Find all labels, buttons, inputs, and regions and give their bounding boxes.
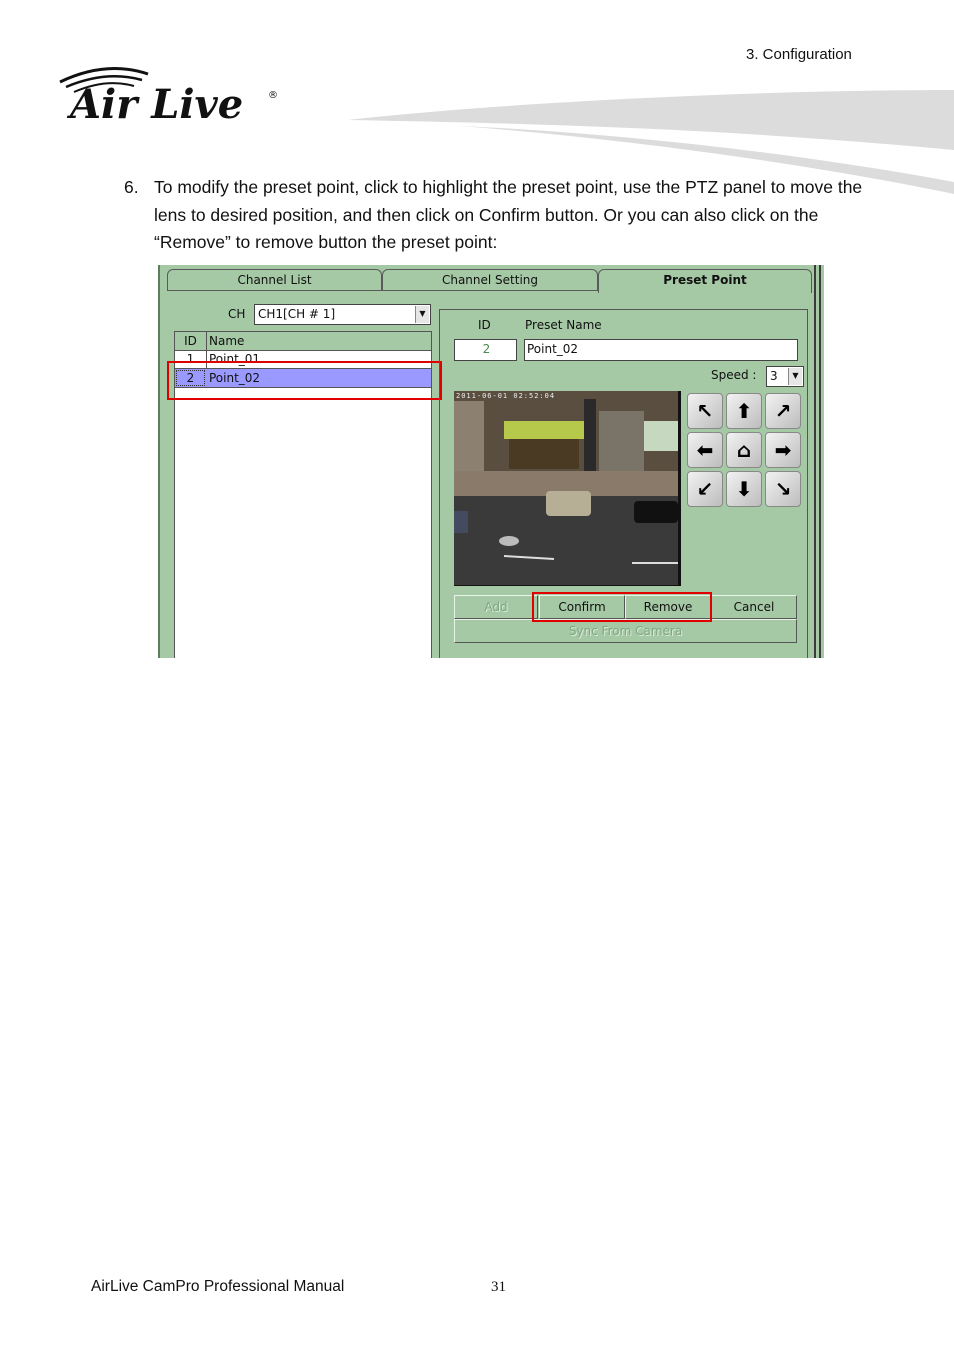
channel-select-value: CH1[CH # 1] [258,307,336,321]
street-scene-image [454,391,678,585]
channel-select[interactable]: CH1[CH # 1] ▼ [254,304,431,325]
arrow-right-icon: ➡ [774,438,792,462]
airlive-logo: Air Live ® [59,67,278,128]
pan-down-right-button[interactable]: ↘ [765,471,801,507]
id-label: ID [478,318,491,332]
arrow-down-right-icon: ↘ [774,477,792,501]
tab-channel-setting[interactable]: Channel Setting [382,269,598,291]
step-number: 6. [124,177,139,197]
highlight-box-selected-row [167,361,442,400]
tilt-down-button[interactable]: ⬇ [726,471,762,507]
page-number: 31 [491,1279,506,1295]
preset-point-screenshot: Channel List Channel Setting Preset Poin… [158,265,824,658]
pan-right-button[interactable]: ➡ [765,432,801,468]
pan-down-left-button[interactable]: ↙ [687,471,723,507]
arrow-up-icon: ⬆ [735,399,753,423]
list-header: ID Name [175,332,431,351]
ch-label: CH [228,307,246,321]
speed-value: 3 [770,369,778,383]
logo-text: Air Live [66,81,243,128]
tab-channel-list[interactable]: Channel List [167,269,382,291]
chapter-heading: 3. Configuration [746,46,852,63]
pan-left-button[interactable]: ⬅ [687,432,723,468]
footer-manual-title: AirLive CamPro Professional Manual [91,1278,345,1295]
home-button[interactable]: ⌂ [726,432,762,468]
speed-select[interactable]: 3 ▼ [766,366,804,387]
speed-label: Speed : [711,368,757,382]
id-field[interactable]: 2 [454,339,517,361]
camera-timestamp: 2011-06-01 02:52:04 [456,392,556,400]
pan-up-right-button[interactable]: ↗ [765,393,801,429]
cancel-button[interactable]: Cancel [711,595,797,619]
arrow-left-icon: ⬅ [696,438,714,462]
ptz-control-pad: ↖ ⬆ ↗ ⬅ ⌂ ➡ ↙ ⬇ ↘ [685,391,803,508]
arrow-down-left-icon: ↙ [696,477,714,501]
highlight-box-confirm-remove [532,592,712,622]
preset-name-field[interactable]: Point_02 [524,339,798,361]
preset-name-label: Preset Name [525,318,602,332]
tab-preset-point[interactable]: Preset Point [598,269,812,293]
column-name: Name [209,334,245,348]
add-button[interactable]: Add [454,595,538,619]
camera-preview: 2011-06-01 02:52:04 [454,391,681,586]
chevron-down-icon[interactable]: ▼ [788,368,802,385]
arrow-up-right-icon: ↗ [774,399,792,423]
column-id: ID [184,334,197,348]
arrow-up-left-icon: ↖ [696,399,714,423]
chevron-down-icon[interactable]: ▼ [415,306,429,323]
registered-mark: ® [268,90,278,101]
arrow-down-icon: ⬇ [735,477,753,501]
pan-up-left-button[interactable]: ↖ [687,393,723,429]
tilt-up-button[interactable]: ⬆ [726,393,762,429]
home-icon: ⌂ [736,438,752,462]
sync-from-camera-button[interactable]: Sync From Camera [454,619,797,643]
step-text: To modify the preset point, click to hig… [154,177,863,252]
